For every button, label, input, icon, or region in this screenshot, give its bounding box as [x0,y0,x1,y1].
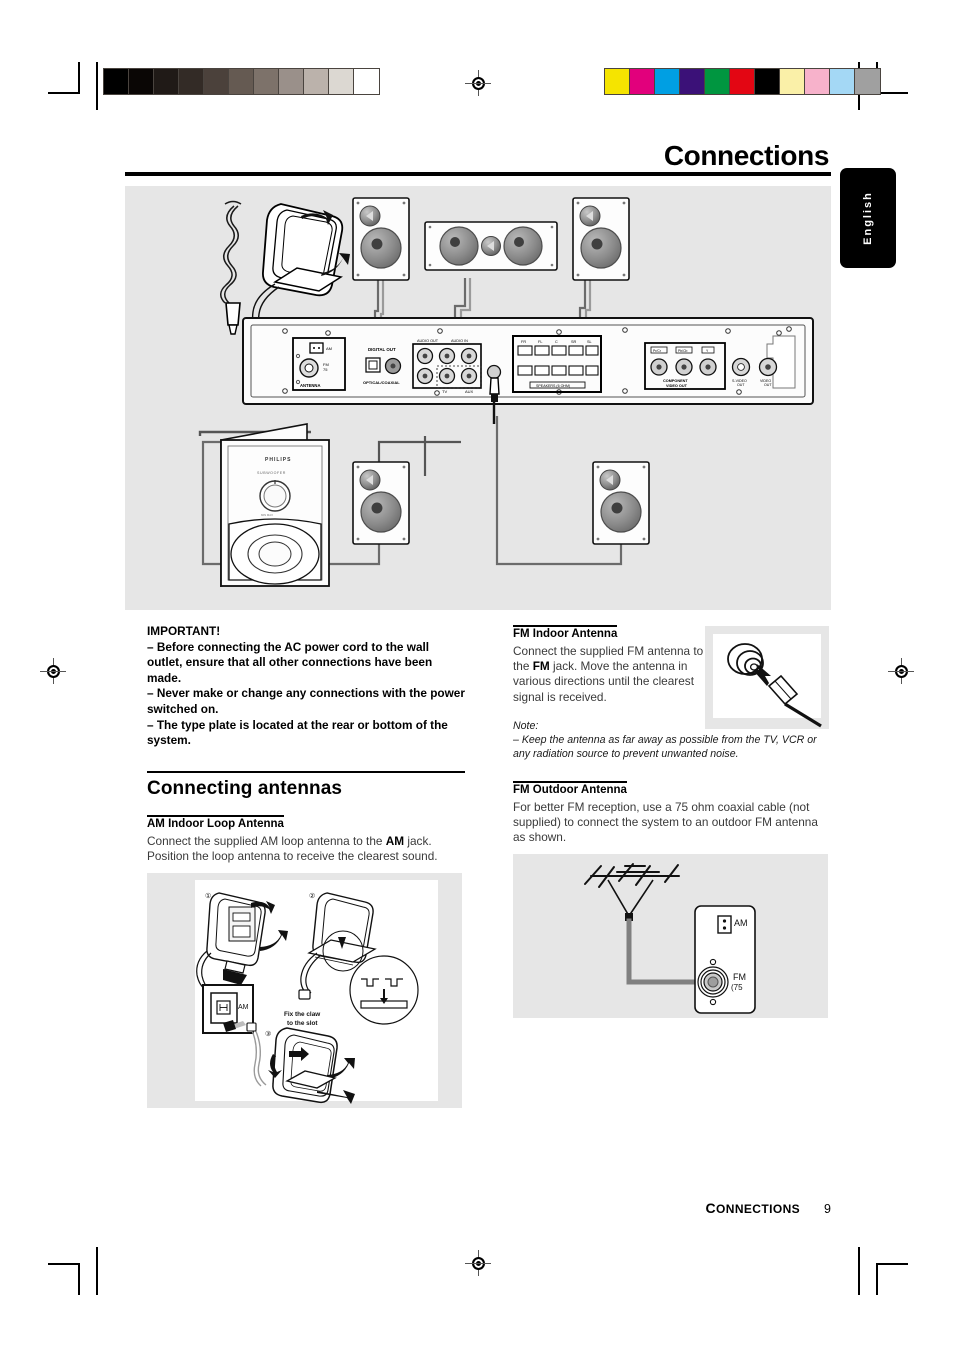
calibration-swatch [755,69,780,94]
svg-text:COMPONENT: COMPONENT [663,379,688,383]
svg-text:MIN MAX: MIN MAX [261,513,273,517]
svg-text:75: 75 [323,367,328,372]
language-tab: English [840,168,896,268]
calibration-swatch [805,69,830,94]
svg-text:③: ③ [265,1030,271,1038]
crop-mark-bl-h [48,1263,80,1265]
calibration-swatch [705,69,730,94]
crop-mark-tl-v [78,62,80,94]
important-item-1: – Before connecting the AC power cord to… [147,639,433,685]
crop-mark-tl2-v [96,62,98,110]
svg-text:SPEAKERS (6 OHM): SPEAKERS (6 OHM) [536,384,570,388]
title-rule [125,172,831,176]
registration-mark-bottom [465,1250,491,1276]
calibration-swatch [680,69,705,94]
fm-fig-am-label: AM [734,918,748,928]
section-title-connecting-antennas: Connecting antennas [147,770,465,800]
calibration-swatch [730,69,755,94]
svg-text:FR: FR [521,340,526,344]
fm-outdoor-body: For better FM reception, use a 75 ohm co… [513,799,818,845]
am-body-bold: AM [385,833,405,848]
color-calibration-strip [604,68,881,95]
svg-text:AUX: AUX [465,389,474,394]
system-connection-diagram: FM 75 AM ANTENNA DIGITAL OUT OPTICAL/COA… [125,186,831,610]
calibration-swatch [229,69,254,94]
svg-text:②: ② [309,892,315,900]
left-column: IMPORTANT! – Before connecting the AC po… [147,624,465,1109]
fm-fig-fm-label: FM [733,972,746,982]
fm-fig-ohm-label: (75 [731,983,743,992]
registration-mark-top [465,70,491,96]
important-item-3: – The type plate is located at the rear … [147,717,448,748]
crop-mark-bl2-v [96,1247,98,1295]
calibration-swatch [605,69,630,94]
svg-text:AUDIO IN: AUDIO IN [451,339,468,343]
claw-note-line2: to the slot [287,1020,318,1027]
svg-text:AUDIO OUT: AUDIO OUT [417,339,439,343]
crop-mark-br-v [876,1263,878,1295]
svg-text:OPTICAL/COAXIAL: OPTICAL/COAXIAL [363,380,400,385]
crop-mark-tl-h [48,92,80,94]
important-heading: IMPORTANT! [147,624,221,638]
language-tab-label: English [862,191,874,245]
calibration-swatch [655,69,680,94]
svg-text:①: ① [205,892,211,900]
calibration-swatch [855,69,880,94]
svg-text:C: C [555,340,558,344]
am-antenna-figure: ① ② Fix the claw to the slot AM ③ [147,873,462,1109]
fm-indoor-body: Connect the supplied FM antenna to the F… [513,644,709,705]
crop-mark-br-h [876,1263,908,1265]
calibration-swatch [129,69,154,94]
svg-text:ANTENNA: ANTENNA [300,383,320,388]
svg-text:VIDEO OUT: VIDEO OUT [666,384,688,388]
svg-text:OUT: OUT [764,383,772,387]
crop-mark-br2-v [858,1247,860,1295]
calibration-swatch [154,69,179,94]
fm-indoor-bold: FM [532,659,550,674]
page-footer: CONNECTIONS 9 [706,1200,831,1216]
fm-indoor-figure [705,626,829,729]
note-text: – Keep the antenna as far away as possib… [513,733,817,760]
important-item-2: – Never make or change any connections w… [147,686,465,716]
svg-text:FL: FL [538,340,542,344]
svg-text:AM: AM [326,346,332,351]
page-title: Connections [663,140,830,171]
svg-text:TV: TV [442,389,447,394]
calibration-swatch [780,69,805,94]
svg-text:SL: SL [587,340,592,344]
fm-indoor-heading: FM Indoor Antenna [513,625,618,640]
calibration-swatch [830,69,855,94]
calibration-swatch [254,69,279,94]
calibration-swatch [329,69,354,94]
svg-text:Pb/Cb: Pb/Cb [678,349,688,353]
svg-text:DIGITAL OUT: DIGITAL OUT [368,347,396,352]
footer-page-number: 9 [824,1202,831,1216]
svg-text:PHILIPS: PHILIPS [265,457,291,463]
calibration-swatch [630,69,655,94]
svg-text:SUBWOOFER: SUBWOOFER [257,471,286,475]
calibration-swatch [304,69,329,94]
am-body-before: Connect the supplied AM loop antenna to … [147,833,386,848]
calibration-swatch [179,69,204,94]
calibration-swatch [104,69,129,94]
footer-section-name: CONNECTIONS [705,1200,801,1216]
crop-mark-bl-v [78,1263,80,1295]
calibration-swatch [279,69,304,94]
calibration-swatch [204,69,229,94]
fm-outdoor-figure: AM FM (75 [513,854,828,1019]
am-jack-inset-label: AM [238,1004,249,1011]
registration-mark-left [40,658,66,684]
fm-outdoor-heading: FM Outdoor Antenna [513,780,627,796]
grayscale-calibration-strip [103,68,380,95]
am-antenna-body: Connect the supplied AM loop antenna to … [147,834,465,864]
claw-note-line1: Fix the claw [284,1011,320,1018]
registration-mark-right [888,658,914,684]
am-antenna-heading: AM Indoor Loop Antenna [147,814,284,830]
svg-text:SR: SR [571,340,577,344]
svg-text:OUT: OUT [737,383,745,387]
svg-text:Pr/Cr: Pr/Cr [653,349,662,353]
calibration-swatch [354,69,379,94]
